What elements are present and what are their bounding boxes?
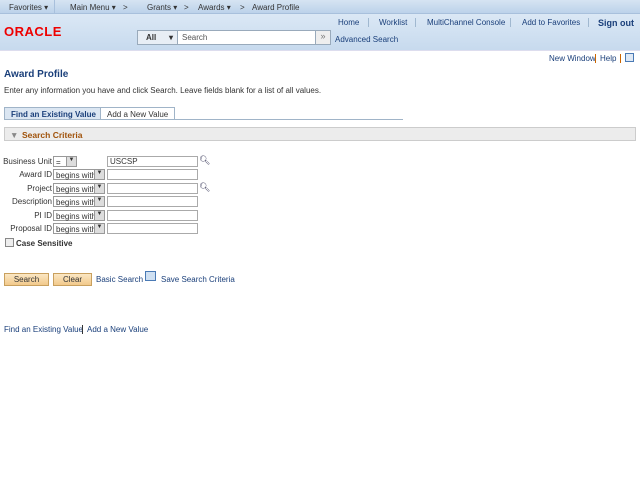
help-link[interactable]: Help [600,54,616,63]
field-input[interactable] [107,182,198,194]
home-link[interactable]: Home [338,18,359,27]
field-input[interactable] [107,196,198,208]
sign-out-link[interactable]: Sign out [598,18,634,28]
search-go-button[interactable]: » [315,30,331,45]
breadcrumb-grants[interactable]: Grants ▾ [147,3,177,12]
chevron-down-icon: ▼ [94,224,104,233]
chevron-down-icon: ▼ [94,210,104,220]
worklist-link[interactable]: Worklist [379,18,407,27]
lookup-icon[interactable]: 🔍︎ [199,182,210,193]
lookup-icon[interactable]: 🔍︎ [199,155,210,166]
search-button[interactable]: Search [4,273,49,286]
field-input[interactable] [107,209,198,221]
divider [54,0,55,14]
collapse-triangle-icon[interactable]: ▼ [10,130,18,140]
search-criteria-header[interactable]: ▼ Search Criteria [4,127,636,141]
field-label: Award ID [19,170,52,180]
field-input[interactable]: USCSP [107,156,198,167]
breadcrumb-sep: > [240,3,245,12]
field-label: Description [11,197,52,207]
operator-select[interactable]: begins with ▼ [53,196,105,208]
divider [588,18,589,27]
multichannel-link[interactable]: MultiChannel Console [427,18,505,27]
operator-value: begins with [56,184,97,194]
chevron-down-icon: ▼ [66,157,76,166]
field-input[interactable] [107,169,198,181]
field-label: PI ID [34,210,52,220]
operator-value: begins with [56,171,97,181]
operator-select[interactable]: begins with ▼ [53,182,105,194]
main-menu[interactable]: Main Menu ▾ [70,3,116,12]
field-label: Business Unit [3,157,52,166]
breadcrumb-sep: > [123,3,128,12]
tab-find-existing[interactable]: Find an Existing Value [4,107,103,120]
advanced-search-link[interactable]: Advanced Search [335,35,398,44]
tab-add-new[interactable]: Add a New Value [100,107,176,120]
operator-value: = [56,158,61,167]
section-title: Search Criteria [22,130,83,140]
divider [415,18,416,27]
menu-bar: Favorites ▾ Main Menu ▾ > Grants ▾ > Awa… [0,0,640,14]
scope-value: All [146,33,157,42]
divider [171,119,403,120]
operator-select[interactable]: = ▼ [53,156,77,167]
operator-select[interactable]: begins with ▼ [53,223,105,234]
oracle-logo: ORACLE [4,24,62,39]
operator-value: begins with [56,225,97,234]
field-input[interactable] [107,223,198,234]
chevron-down-icon: ▼ [94,183,104,193]
search-input[interactable]: Search [182,33,207,42]
save-search-criteria-link[interactable]: Save Search Criteria [161,275,235,284]
breadcrumb-awards[interactable]: Awards ▾ [198,3,231,12]
divider [620,54,621,63]
favorites-menu[interactable]: Favorites ▾ [9,3,48,12]
add-favorites-link[interactable]: Add to Favorites [522,18,580,27]
breadcrumb-award-profile[interactable]: Award Profile [252,3,299,12]
search-box[interactable]: All ▾ Search [137,30,331,45]
case-sensitive-label: Case Sensitive [16,239,73,248]
operator-value: begins with [56,211,97,221]
clear-button[interactable]: Clear [53,273,92,286]
divider [82,325,83,334]
new-window-link[interactable]: New Window [549,54,596,63]
field-label: Project [27,183,52,193]
instructions: Enter any information you have and click… [4,86,322,95]
page-title: Award Profile [4,69,69,80]
field-label: Proposal ID [10,224,52,233]
footer-find-existing-link[interactable]: Find an Existing Value [4,325,83,334]
chevron-down-icon: ▼ [94,197,104,207]
breadcrumb-sep: > [184,3,189,12]
operator-value: begins with [56,198,97,208]
footer-add-new-link[interactable]: Add a New Value [87,325,148,334]
personalize-icon[interactable] [625,53,634,62]
operator-select[interactable]: begins with ▼ [53,169,105,181]
divider [368,18,369,27]
divider [595,54,596,63]
chevron-down-icon: ▼ [94,170,104,180]
divider [510,18,511,27]
case-sensitive-checkbox[interactable] [5,238,14,247]
save-criteria-icon[interactable] [145,271,156,281]
divider [0,50,640,51]
basic-search-link[interactable]: Basic Search [96,275,143,284]
operator-select[interactable]: begins with ▼ [53,209,105,221]
search-scope-select[interactable]: All ▾ [138,31,178,44]
chevron-down-icon: ▾ [168,33,173,42]
